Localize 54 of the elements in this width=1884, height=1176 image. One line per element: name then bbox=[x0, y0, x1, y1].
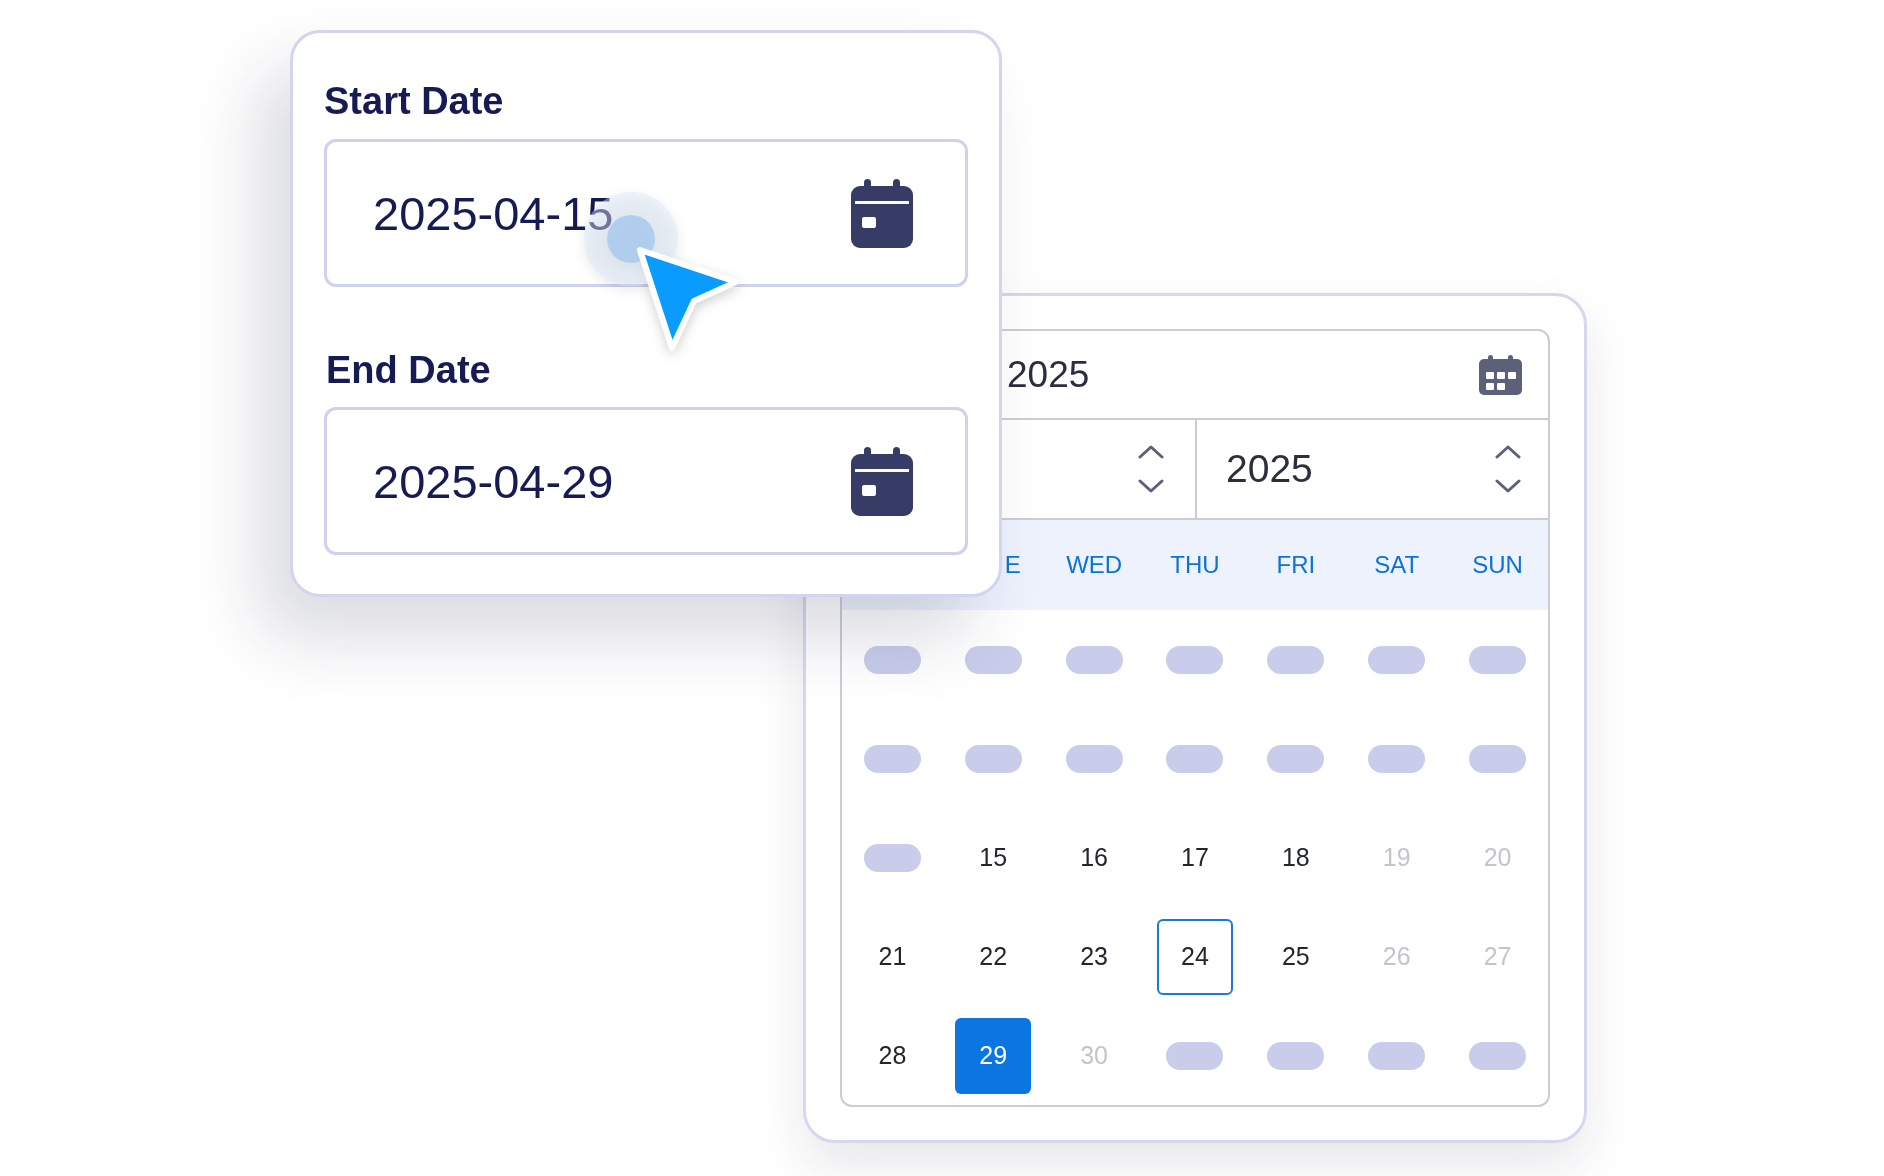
calendar-day: 26 bbox=[1358, 918, 1435, 995]
calendar-day[interactable]: 16 bbox=[1056, 819, 1133, 896]
skeleton-placeholder bbox=[1065, 645, 1123, 674]
calendar-icon[interactable] bbox=[851, 446, 913, 516]
weekday-label: E bbox=[1004, 551, 1021, 579]
skeleton-placeholder bbox=[1166, 1041, 1224, 1070]
date-input-field[interactable]: 2025-04-15 bbox=[324, 139, 968, 287]
chevron-down-icon[interactable] bbox=[1138, 479, 1164, 493]
field-label: End Date bbox=[325, 348, 491, 393]
chevron-up-icon[interactable] bbox=[1495, 445, 1521, 459]
skeleton-placeholder bbox=[1368, 1041, 1426, 1070]
skeleton-placeholder bbox=[1368, 744, 1426, 773]
skeleton-placeholder bbox=[1267, 1041, 1325, 1070]
calendar-day: 20 bbox=[1459, 819, 1536, 896]
calendar-day[interactable]: 28 bbox=[854, 1017, 931, 1094]
calendar-day[interactable]: 15 bbox=[955, 819, 1032, 896]
skeleton-placeholder bbox=[1469, 744, 1527, 773]
date-input-field[interactable]: 2025-04-29 bbox=[324, 407, 968, 555]
calendar-day[interactable]: 25 bbox=[1257, 918, 1334, 995]
weekday-label: THU bbox=[1170, 551, 1220, 579]
skeleton-placeholder bbox=[863, 744, 921, 773]
field-label: Start Date bbox=[324, 79, 504, 124]
skeleton-placeholder bbox=[964, 744, 1022, 773]
calendar-icon[interactable] bbox=[851, 178, 913, 248]
calendar-day[interactable]: 17 bbox=[1157, 819, 1233, 896]
calendar-day[interactable]: 23 bbox=[1056, 918, 1133, 995]
skeleton-placeholder bbox=[863, 645, 921, 674]
skeleton-placeholder bbox=[1267, 744, 1325, 773]
skeleton-placeholder bbox=[1368, 645, 1426, 674]
weekday-label: SAT bbox=[1374, 551, 1420, 579]
weekday-label: FRI bbox=[1276, 551, 1316, 579]
calendar-day[interactable]: 29 bbox=[955, 1017, 1032, 1094]
weekday-label: WED bbox=[1066, 551, 1123, 579]
chevron-down-icon[interactable] bbox=[1495, 479, 1521, 493]
calendar-day[interactable]: 21 bbox=[854, 918, 931, 995]
skeleton-placeholder bbox=[1166, 744, 1224, 773]
skeleton-placeholder bbox=[1065, 744, 1123, 773]
calendar-day: 19 bbox=[1358, 819, 1435, 896]
date-input-field[interactable]: 2025 bbox=[1005, 331, 1548, 418]
calendar-icon[interactable] bbox=[1479, 354, 1522, 395]
skeleton-placeholder bbox=[1166, 645, 1224, 674]
chevron-up-icon[interactable] bbox=[1138, 445, 1164, 459]
calendar-day: 27 bbox=[1459, 918, 1536, 995]
skeleton-placeholder bbox=[1469, 1041, 1527, 1070]
skeleton-placeholder bbox=[1267, 645, 1325, 674]
weekday-label: SUN bbox=[1472, 551, 1523, 579]
calendar-day[interactable]: 22 bbox=[955, 918, 1032, 995]
year-spinner-field[interactable]: 2025 bbox=[1197, 420, 1548, 518]
calendar-day: 30 bbox=[1056, 1017, 1133, 1094]
calendar-day[interactable]: 24 bbox=[1157, 918, 1233, 995]
skeleton-placeholder bbox=[964, 645, 1022, 674]
calendar-day[interactable]: 18 bbox=[1257, 819, 1334, 896]
skeleton-placeholder bbox=[863, 843, 921, 872]
skeleton-placeholder bbox=[1469, 645, 1527, 674]
